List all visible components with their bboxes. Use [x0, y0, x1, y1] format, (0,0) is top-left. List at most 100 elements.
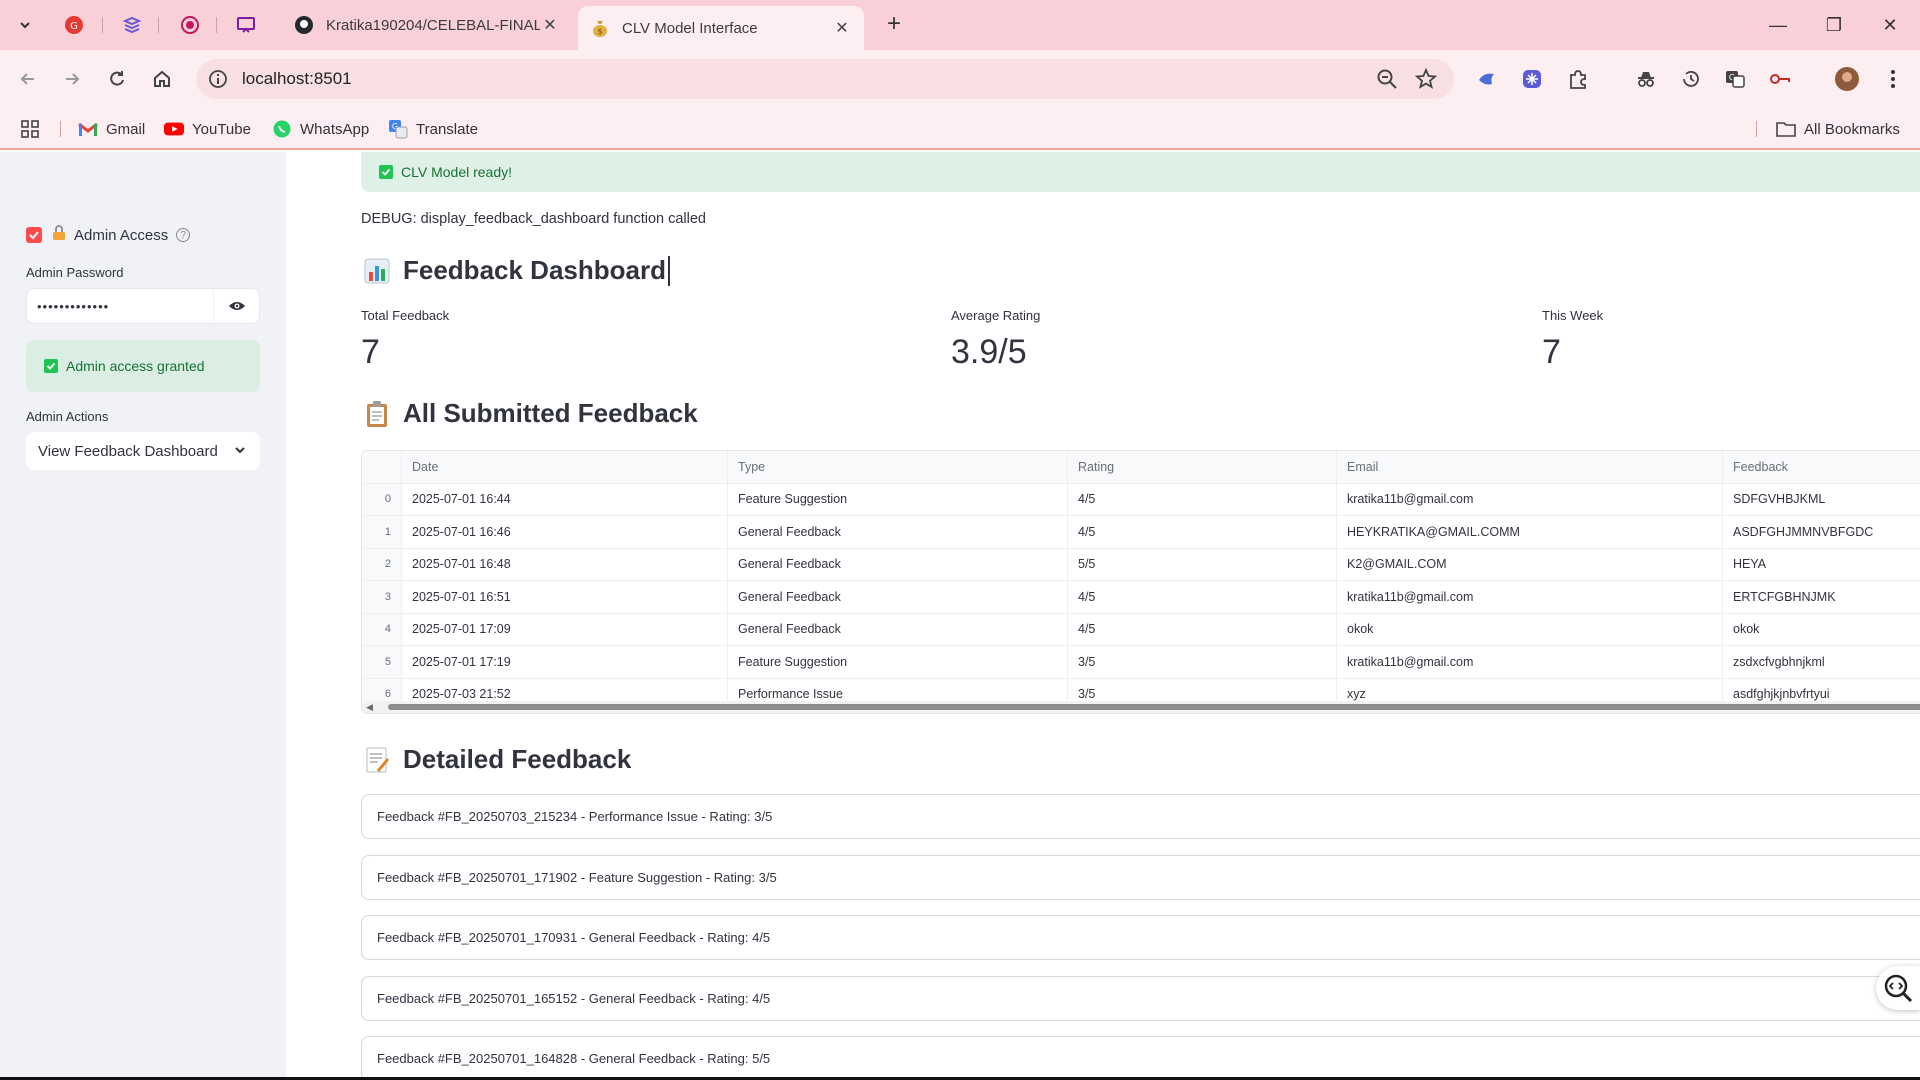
table-cell[interactable]: Feature Suggestion	[728, 483, 1068, 515]
apps-button[interactable]	[20, 116, 40, 142]
bookmark-label: Gmail	[106, 120, 146, 138]
table-cell[interactable]: 2025-07-01 16:51	[402, 581, 728, 613]
table-cell[interactable]: Feature Suggestion	[728, 646, 1068, 678]
table-cell[interactable]: 4/5	[1068, 613, 1337, 645]
column-header[interactable]: Feedback	[1723, 451, 1920, 483]
feedback-expander[interactable]: Feedback #FB_20250701_164828 - General F…	[361, 1036, 1920, 1080]
all-bookmarks-button[interactable]: All Bookmarks	[1776, 116, 1900, 142]
table-row[interactable]: 0 2025-07-01 16:44 Feature Suggestion 4/5 kr…	[362, 483, 1920, 516]
tab-github[interactable]: Kratika190204/CELEBAL-FINAL- ✕	[282, 7, 572, 43]
table-row[interactable]: 2 2025-07-01 16:48 General Feedback 5/5 K2@G…	[362, 548, 1920, 581]
column-header[interactable]: Type	[728, 451, 1068, 483]
admin-access-checkbox[interactable]: Admin Access ?	[26, 225, 191, 245]
table-cell[interactable]: SDFGVHBJKML	[1723, 484, 1920, 516]
zoom-out-icon[interactable]	[1376, 68, 1398, 90]
table-cell[interactable]: 2025-07-01 16:44	[402, 483, 728, 515]
table-cell[interactable]: 2025-07-01 16:46	[402, 516, 728, 548]
table-cell[interactable]: zsdxcfvgbhnjkml	[1723, 646, 1920, 678]
column-header[interactable]: Rating	[1068, 451, 1337, 483]
password-input[interactable]	[27, 289, 215, 323]
pinned-tab-2[interactable]	[120, 13, 144, 37]
table-cell[interactable]: General Feedback	[728, 516, 1068, 548]
extensions-puzzle-icon[interactable]	[1565, 66, 1591, 92]
feedback-expander[interactable]: Feedback #FB_20250701_171902 - Feature S…	[361, 855, 1920, 900]
close-icon[interactable]: ✕	[540, 15, 560, 35]
scroll-left-icon[interactable]: ◀	[366, 702, 373, 713]
password-field[interactable]	[26, 288, 260, 324]
new-tab-button[interactable]: +	[880, 11, 908, 39]
tab-search-button[interactable]	[12, 12, 38, 38]
table-cell[interactable]: ASDFGHJMMNVBFGDC	[1723, 516, 1920, 548]
column-header[interactable]: Email	[1337, 451, 1723, 483]
table-cell[interactable]: 5/5	[1068, 548, 1337, 580]
table-cell[interactable]: 4/5	[1068, 516, 1337, 548]
incognito-icon[interactable]	[1633, 66, 1659, 92]
minimize-button[interactable]: —	[1758, 10, 1798, 40]
info-icon[interactable]	[208, 69, 228, 89]
table-cell[interactable]: ERTCFGBHNJMK	[1723, 581, 1920, 613]
table-cell[interactable]: okok	[1337, 613, 1723, 645]
feedback-table[interactable]: Date Type Rating Email Feedback 0 2025-07…	[361, 450, 1920, 714]
table-row[interactable]: 5 2025-07-01 17:19 Feature Suggestion 3/5 kr…	[362, 646, 1920, 679]
table-row[interactable]: 1 2025-07-01 16:46 General Feedback 4/5 HEYK…	[362, 516, 1920, 549]
table-cell[interactable]: 2025-07-01 17:19	[402, 646, 728, 678]
table-cell[interactable]: kratika11b@gmail.com	[1337, 483, 1723, 515]
row-index: 3	[362, 581, 402, 613]
table-cell[interactable]: kratika11b@gmail.com	[1337, 646, 1723, 678]
address-bar[interactable]: localhost:8501	[196, 59, 1454, 99]
translate-icon[interactable]: G	[1722, 66, 1748, 92]
tab-clv-model[interactable]: $ CLV Model Interface ✕	[578, 6, 864, 50]
table-cell[interactable]: 2025-07-01 16:48	[402, 548, 728, 580]
star-icon[interactable]	[1414, 67, 1438, 91]
home-button[interactable]	[146, 63, 178, 95]
back-button[interactable]	[12, 63, 44, 95]
table-cell[interactable]: kratika11b@gmail.com	[1337, 581, 1723, 613]
checkbox-checked-icon[interactable]	[26, 227, 42, 243]
table-cell[interactable]: General Feedback	[728, 613, 1068, 645]
feedback-expander[interactable]: Feedback #FB_20250703_215234 - Performan…	[361, 794, 1920, 839]
show-password-button[interactable]	[213, 289, 259, 323]
column-header[interactable]: Date	[402, 451, 728, 483]
forward-button[interactable]	[56, 63, 88, 95]
floating-help-button[interactable]	[1876, 966, 1920, 1010]
restore-button[interactable]: ❐	[1814, 10, 1854, 40]
pinned-tab-3[interactable]	[178, 13, 202, 37]
close-window-button[interactable]: ✕	[1870, 10, 1910, 40]
table-cell[interactable]: K2@GMAIL.COM	[1337, 548, 1723, 580]
table-row[interactable]: 4 2025-07-01 17:09 General Feedback 4/5 okok…	[362, 613, 1920, 646]
table-cell[interactable]: General Feedback	[728, 548, 1068, 580]
help-icon[interactable]: ?	[176, 228, 191, 242]
table-cell[interactable]: HEYA	[1723, 549, 1920, 581]
horizontal-scrollbar[interactable]: ◀	[362, 701, 1920, 713]
metric-this-week: This Week 7	[1542, 308, 1603, 372]
table-cell[interactable]: 4/5	[1068, 581, 1337, 613]
bar-chart-icon	[363, 257, 391, 285]
admin-actions-select[interactable]: View Feedback Dashboard	[26, 432, 260, 470]
pinned-tab-4[interactable]	[234, 13, 258, 37]
table-cell[interactable]: 2025-07-01 17:09	[402, 613, 728, 645]
table-cell[interactable]: HEYKRATIKA@GMAIL.COMM	[1337, 516, 1723, 548]
extension-snowflake-icon[interactable]	[1519, 66, 1545, 92]
row-index: 2	[362, 548, 402, 580]
bookmark-gmail[interactable]: Gmail	[78, 116, 145, 142]
feedback-expander[interactable]: Feedback #FB_20250701_170931 - General F…	[361, 915, 1920, 960]
github-icon	[294, 15, 314, 35]
table-cell[interactable]: okok	[1723, 614, 1920, 646]
feedback-expander[interactable]: Feedback #FB_20250701_165152 - General F…	[361, 976, 1920, 1021]
reload-button[interactable]	[101, 63, 133, 95]
scrollbar-thumb[interactable]	[388, 704, 1920, 710]
more-menu-icon[interactable]	[1880, 66, 1906, 92]
bookmark-youtube[interactable]: YouTube	[164, 116, 251, 142]
bookmark-whatsapp[interactable]: WhatsApp	[272, 116, 369, 142]
table-cell[interactable]: 3/5	[1068, 646, 1337, 678]
close-icon[interactable]: ✕	[832, 18, 852, 38]
table-row[interactable]: 3 2025-07-01 16:51 General Feedback 4/5 krat…	[362, 581, 1920, 614]
table-cell[interactable]: General Feedback	[728, 581, 1068, 613]
pinned-tab-1[interactable]: G	[62, 13, 86, 37]
history-icon[interactable]	[1678, 66, 1704, 92]
password-manager-icon[interactable]	[1767, 66, 1793, 92]
bookmark-translate[interactable]: G Translate	[388, 116, 478, 142]
profile-avatar[interactable]	[1834, 66, 1860, 92]
table-cell[interactable]: 4/5	[1068, 483, 1337, 515]
extension-bird-icon[interactable]	[1474, 66, 1500, 92]
